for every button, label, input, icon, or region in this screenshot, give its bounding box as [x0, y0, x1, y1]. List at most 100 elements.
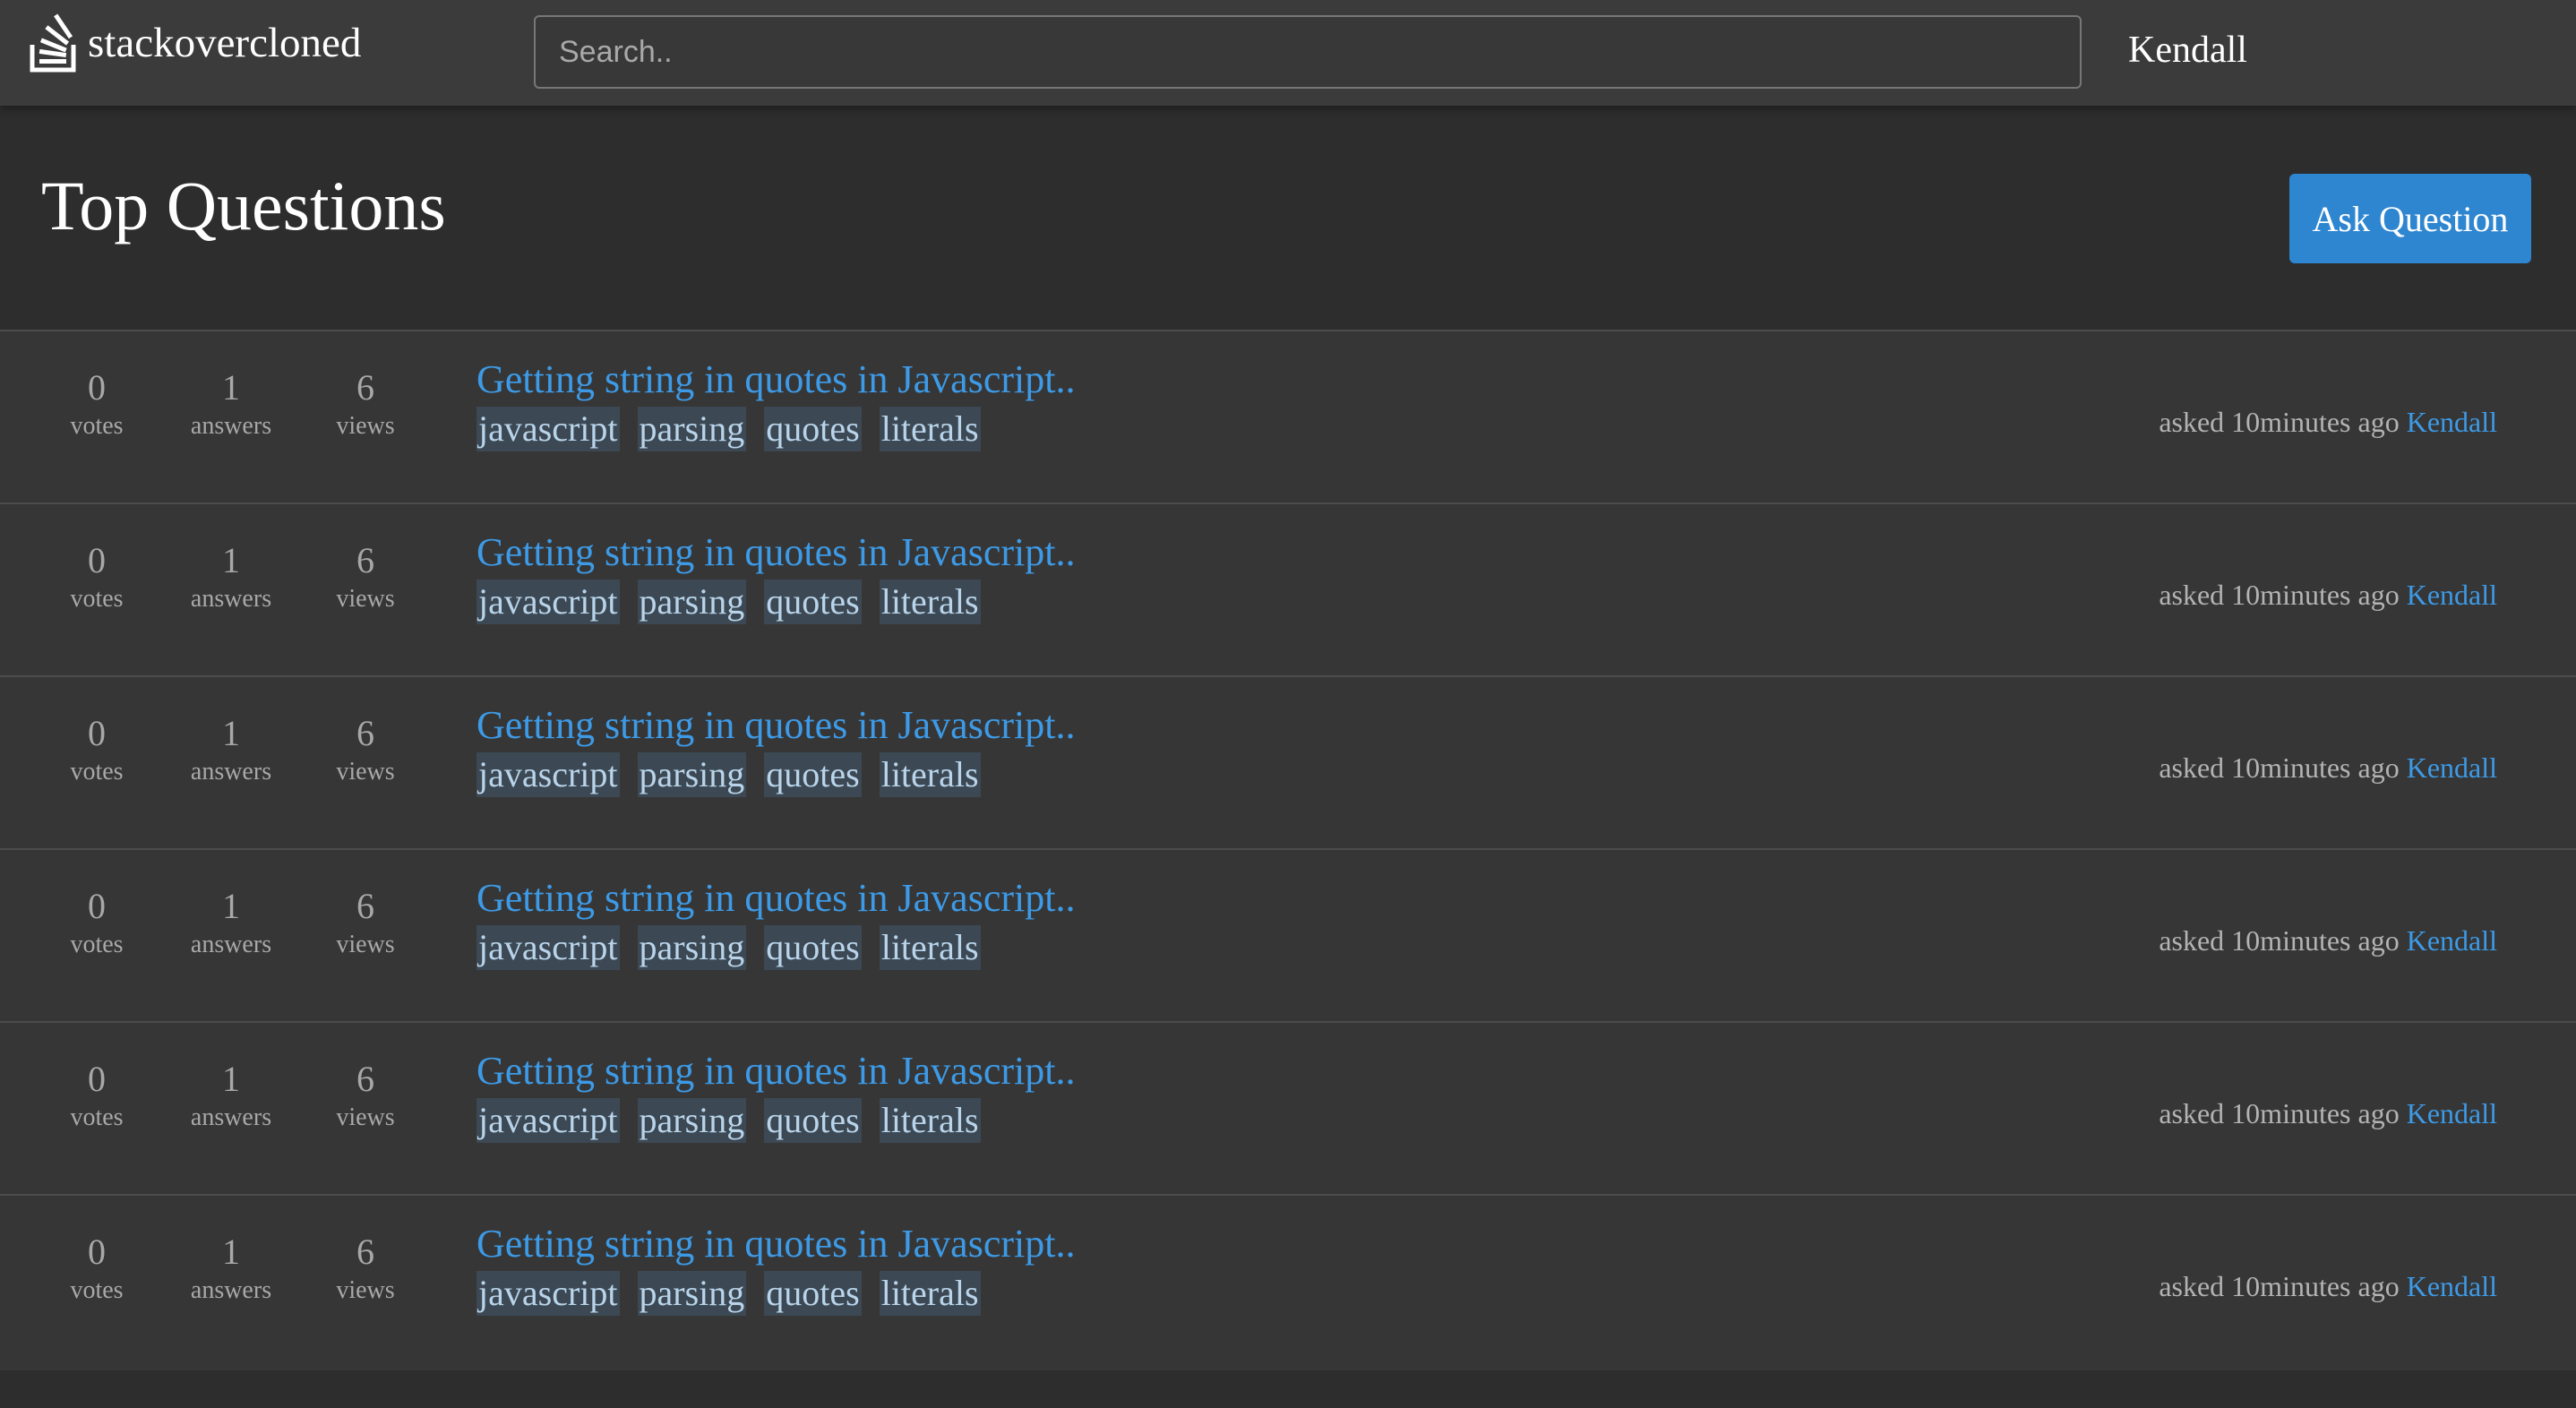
view-count-label: views — [336, 412, 395, 440]
tag-list: javascript parsing quotes literals — [477, 1098, 981, 1143]
vote-count-value: 0 — [88, 886, 106, 926]
answer-count-value: 1 — [222, 367, 240, 408]
tag-list: javascript parsing quotes literals — [477, 580, 981, 624]
top-bar: stackovercloned Kendall — [0, 0, 2576, 106]
tag-chip[interactable]: quotes — [764, 925, 862, 970]
view-count-label: views — [336, 1276, 395, 1304]
asked-time: asked 10minutes ago — [2159, 924, 2400, 957]
view-count-label: views — [336, 585, 395, 613]
question-title-link[interactable]: Getting string in quotes in Javascript.. — [477, 1215, 1075, 1273]
tag-chip[interactable]: javascript — [477, 1098, 620, 1143]
tag-chip[interactable]: quotes — [764, 752, 862, 797]
tag-chip[interactable]: quotes — [764, 407, 862, 451]
tag-chip[interactable]: parsing — [637, 925, 747, 970]
author-link[interactable]: Kendall — [2407, 1270, 2497, 1302]
view-count: 6 views — [303, 367, 428, 444]
vote-count-label: votes — [70, 412, 124, 440]
tag-chip[interactable]: literals — [879, 580, 981, 624]
stack-logo-icon — [30, 13, 76, 73]
author-link[interactable]: Kendall — [2407, 924, 2497, 957]
view-count-value: 6 — [356, 540, 374, 580]
user-profile-link[interactable]: Kendall — [2128, 23, 2247, 77]
asked-time: asked 10minutes ago — [2159, 579, 2400, 611]
tag-chip[interactable]: literals — [879, 1098, 981, 1143]
tag-chip[interactable]: javascript — [477, 925, 620, 970]
tag-chip[interactable]: literals — [879, 407, 981, 451]
tag-chip[interactable]: quotes — [764, 1271, 862, 1316]
tag-list: javascript parsing quotes literals — [477, 752, 981, 797]
tag-chip[interactable]: parsing — [637, 1271, 747, 1316]
view-count: 6 views — [303, 540, 428, 617]
view-count: 6 views — [303, 713, 428, 790]
question-row: 0 votes 1 answers 6 views Getting string in qu… — [0, 848, 2576, 1021]
brand-logo-link[interactable]: stackovercloned — [29, 13, 361, 73]
tag-chip[interactable]: parsing — [637, 580, 747, 624]
answer-count: 1 answers — [168, 713, 294, 790]
vote-count-value: 0 — [88, 713, 106, 753]
author-link[interactable]: Kendall — [2407, 406, 2497, 438]
question-list: 0 votes 1 answers 6 views Getting string in qu… — [0, 330, 2576, 1370]
tag-chip[interactable]: quotes — [764, 580, 862, 624]
question-title-link[interactable]: Getting string in quotes in Javascript.. — [477, 351, 1075, 408]
question-row: 0 votes 1 answers 6 views Getting string in qu… — [0, 330, 2576, 502]
tag-chip[interactable]: javascript — [477, 580, 620, 624]
author-link[interactable]: Kendall — [2407, 579, 2497, 611]
vote-count-label: votes — [70, 585, 124, 613]
answer-count: 1 answers — [168, 540, 294, 617]
page-title: Top Questions — [41, 167, 446, 245]
answer-count-label: answers — [190, 585, 272, 613]
answer-count: 1 answers — [168, 1059, 294, 1136]
asked-time: asked 10minutes ago — [2159, 406, 2400, 438]
tag-chip[interactable]: literals — [879, 1271, 981, 1316]
tag-chip[interactable]: parsing — [637, 1098, 747, 1143]
question-title-link[interactable]: Getting string in quotes in Javascript.. — [477, 697, 1075, 754]
vote-count: 0 votes — [34, 367, 159, 444]
question-title-link[interactable]: Getting string in quotes in Javascript.. — [477, 1043, 1075, 1100]
view-count-value: 6 — [356, 1232, 374, 1272]
view-count-label: views — [336, 931, 395, 958]
author-link[interactable]: Kendall — [2407, 751, 2497, 784]
answer-count: 1 answers — [168, 367, 294, 444]
vote-count: 0 votes — [34, 1059, 159, 1136]
question-title-link[interactable]: Getting string in quotes in Javascript.. — [477, 870, 1075, 927]
question-row: 0 votes 1 answers 6 views Getting string in qu… — [0, 675, 2576, 848]
view-count: 6 views — [303, 1059, 428, 1136]
search-input[interactable] — [534, 15, 2082, 89]
vote-count-value: 0 — [88, 540, 106, 580]
ask-question-button[interactable]: Ask Question — [2289, 174, 2531, 263]
view-count-value: 6 — [356, 367, 374, 408]
view-count-label: views — [336, 758, 395, 786]
view-count: 6 views — [303, 1232, 428, 1309]
tag-chip[interactable]: javascript — [477, 407, 620, 451]
tag-chip[interactable]: parsing — [637, 407, 747, 451]
tag-chip[interactable]: quotes — [764, 1098, 862, 1143]
tag-chip[interactable]: literals — [879, 925, 981, 970]
question-row: 0 votes 1 answers 6 views Getting string in qu… — [0, 502, 2576, 675]
vote-count-value: 0 — [88, 1232, 106, 1272]
view-count-value: 6 — [356, 1059, 374, 1099]
answer-count: 1 answers — [168, 1232, 294, 1309]
question-title-link[interactable]: Getting string in quotes in Javascript.. — [477, 524, 1075, 581]
author-link[interactable]: Kendall — [2407, 1097, 2497, 1129]
vote-count-label: votes — [70, 1103, 124, 1131]
tag-chip[interactable]: literals — [879, 752, 981, 797]
answer-count: 1 answers — [168, 886, 294, 963]
vote-count: 0 votes — [34, 713, 159, 790]
view-count: 6 views — [303, 886, 428, 963]
vote-count: 0 votes — [34, 540, 159, 617]
tag-list: javascript parsing quotes literals — [477, 925, 981, 970]
tag-chip[interactable]: javascript — [477, 752, 620, 797]
question-meta: asked 10minutes ago Kendall — [2159, 1093, 2497, 1134]
tag-chip[interactable]: parsing — [637, 752, 747, 797]
vote-count-label: votes — [70, 1276, 124, 1304]
question-meta: asked 10minutes ago Kendall — [2159, 401, 2497, 442]
vote-count-value: 0 — [88, 367, 106, 408]
tag-list: javascript parsing quotes literals — [477, 1271, 981, 1316]
tag-list: javascript parsing quotes literals — [477, 407, 981, 451]
tag-chip[interactable]: javascript — [477, 1271, 620, 1316]
asked-time: asked 10minutes ago — [2159, 751, 2400, 784]
vote-count: 0 votes — [34, 886, 159, 963]
answer-count-label: answers — [190, 1103, 272, 1131]
question-meta: asked 10minutes ago Kendall — [2159, 574, 2497, 615]
view-count-label: views — [336, 1103, 395, 1131]
